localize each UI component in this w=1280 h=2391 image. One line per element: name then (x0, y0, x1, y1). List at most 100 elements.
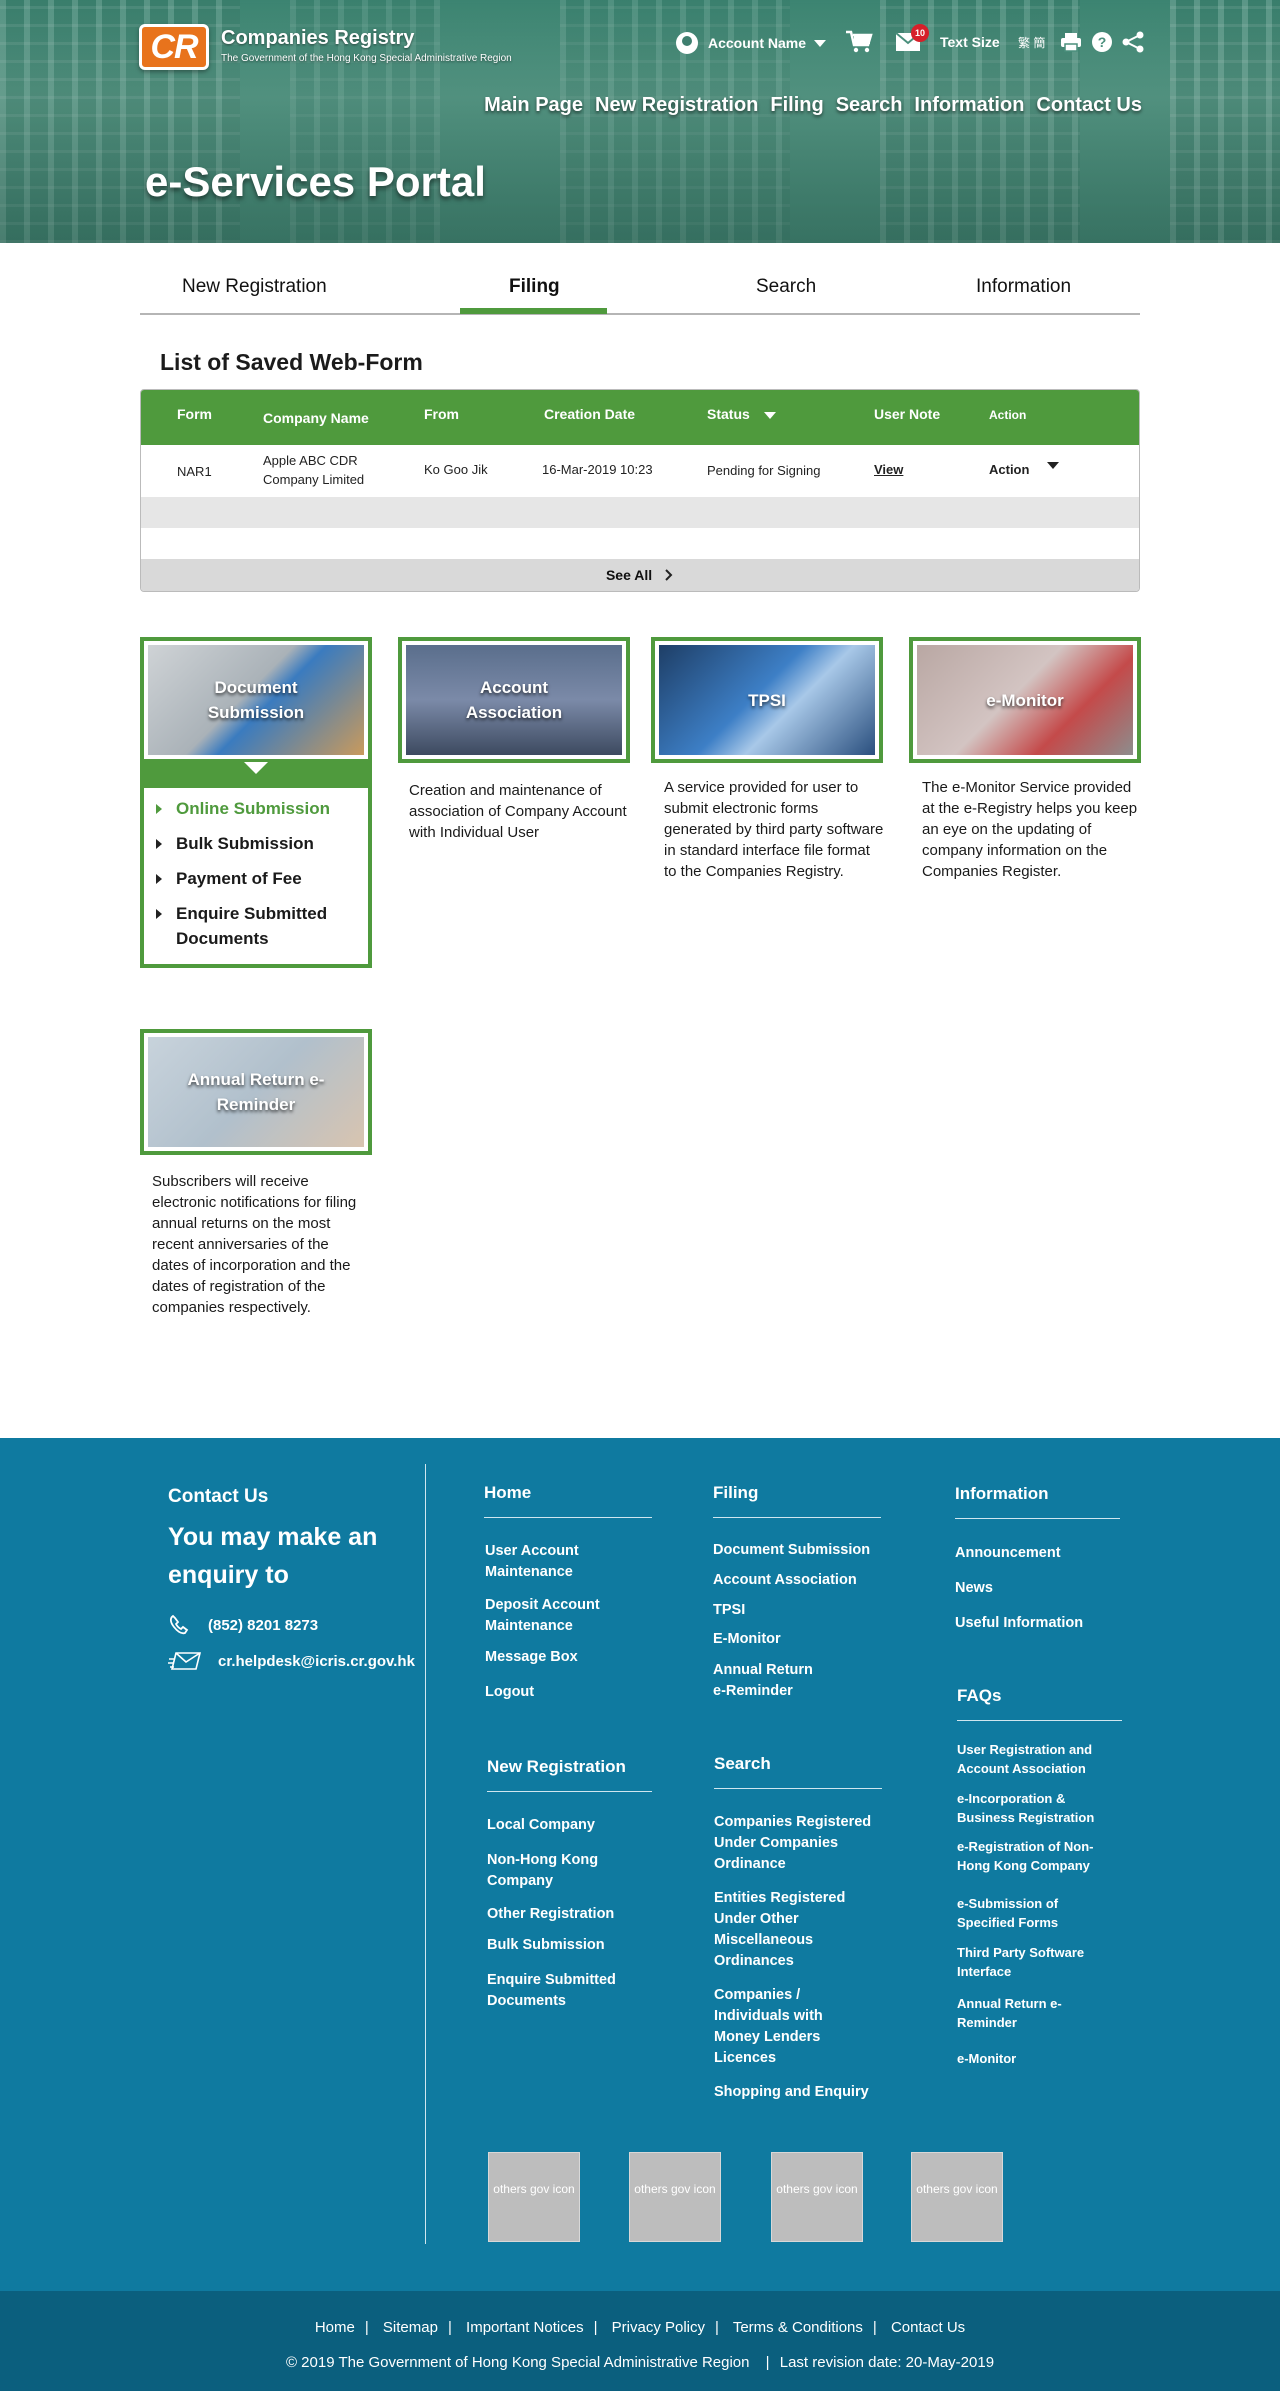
footer-link[interactable]: Third Party Software Interface (957, 1943, 1107, 1981)
footer-link[interactable]: Account Association (713, 1570, 857, 1591)
menu-payment-of-fee[interactable]: Payment of Fee (154, 866, 364, 891)
gov-icon[interactable]: others gov icon (911, 2152, 1003, 2242)
col-status[interactable]: Status (707, 406, 776, 422)
nav-main-page[interactable]: Main Page (484, 94, 583, 117)
tab-filing[interactable]: Filing (509, 276, 560, 298)
footer-link[interactable]: e-Registration of Non-Hong Kong Company (957, 1837, 1117, 1875)
gov-icon[interactable]: others gov icon (629, 2152, 721, 2242)
footer-link[interactable]: Useful Information (955, 1613, 1083, 1634)
footer-link[interactable]: User Account Maintenance (485, 1541, 625, 1583)
bottom-link-home[interactable]: Home (315, 2319, 355, 2336)
phone-icon (169, 1614, 189, 1635)
nav-search[interactable]: Search (836, 94, 903, 117)
account-association-image: Account Association (406, 645, 622, 755)
print-icon[interactable] (1060, 32, 1082, 52)
account-menu[interactable]: Account Name (676, 28, 827, 58)
footer-link[interactable]: Message Box (485, 1647, 578, 1668)
footer-link[interactable]: TPSI (713, 1600, 745, 1621)
footer-phone[interactable]: (852) 8201 8273 (168, 1614, 318, 1636)
footer-link[interactable]: Logout (485, 1682, 534, 1703)
see-all-label: See All (605, 567, 653, 583)
footer-link[interactable]: User Registration and Account Associatio… (957, 1740, 1112, 1778)
footer-link[interactable]: Non-Hong Kong Company (487, 1850, 627, 1892)
footer-link[interactable]: News (955, 1578, 993, 1599)
cell-from: Ko Goo Jik (424, 462, 488, 477)
menu-online-submission[interactable]: Online Submission (154, 796, 364, 821)
tab-search[interactable]: Search (756, 276, 816, 298)
tab-information[interactable]: Information (976, 276, 1071, 298)
view-note-link[interactable]: View (874, 462, 903, 477)
user-avatar-icon (676, 32, 698, 54)
cell-status: Pending for Signing (707, 463, 821, 478)
text-size-control[interactable]: Text Size (940, 34, 1000, 50)
tab-new-registration[interactable]: New Registration (182, 276, 327, 298)
menu-enquire-submitted-documents[interactable]: Enquire Submitted Documents (154, 901, 364, 951)
see-all-button[interactable]: See All (141, 559, 1139, 591)
help-icon[interactable]: ? (1091, 31, 1113, 53)
footer-link[interactable]: Announcement (955, 1543, 1061, 1564)
col-company-name: Company Name (263, 410, 369, 426)
share-icon[interactable] (1121, 30, 1145, 54)
table-row-empty (141, 528, 1139, 559)
footer-link[interactable]: Companies / Individuals with Money Lende… (714, 1985, 864, 2069)
col-from: From (424, 406, 459, 422)
doc-submission-card[interactable]: Document Submission (140, 637, 372, 763)
footer-link[interactable]: Local Company (487, 1815, 595, 1836)
gov-icon[interactable]: others gov icon (771, 2152, 863, 2242)
footer-enquiry-text: You may make an enquiry to (168, 1523, 378, 1589)
bottom-link-terms[interactable]: Terms & Conditions (733, 2319, 863, 2336)
emonitor-card[interactable]: e-Monitor (909, 637, 1141, 763)
annual-return-card[interactable]: Annual Return e-Reminder (140, 1029, 372, 1155)
footer-bottom-bar: Home | Sitemap | Important Notices | Privac… (0, 2291, 1280, 2391)
footer-link[interactable]: Deposit Account Maintenance (485, 1595, 625, 1637)
menu-bulk-submission[interactable]: Bulk Submission (154, 831, 364, 856)
bottom-link-contact-us[interactable]: Contact Us (891, 2319, 965, 2336)
account-association-card[interactable]: Account Association (398, 637, 630, 763)
footer-link[interactable]: Other Registration (487, 1904, 614, 1925)
footer-link[interactable]: e-Monitor (957, 2049, 1016, 2068)
account-association-desc: Creation and maintenance of association … (409, 782, 627, 841)
footer-link[interactable]: e-Incorporation & Business Registration (957, 1789, 1117, 1827)
footer-search-heading[interactable]: Search (714, 1754, 882, 1789)
annual-return-title: Annual Return e-Reminder (187, 1070, 325, 1114)
footer-filing-heading[interactable]: Filing (713, 1483, 881, 1518)
footer-link[interactable]: Entities Registered Under Other Miscella… (714, 1888, 854, 1972)
nav-filing[interactable]: Filing (770, 94, 823, 117)
nav-contact-us[interactable]: Contact Us (1036, 94, 1142, 117)
language-switch[interactable]: 繁 簡 (1018, 34, 1045, 51)
footer-link[interactable]: Document Submission (713, 1540, 870, 1561)
footer-link[interactable]: e-Submission of Specified Forms (957, 1894, 1097, 1932)
footer-link[interactable]: E-Monitor (713, 1629, 781, 1650)
footer-copyright: © 2019 The Government of Hong Kong Speci… (285, 2354, 995, 2371)
bottom-link-sitemap[interactable]: Sitemap (383, 2319, 438, 2336)
action-dropdown[interactable]: Action (989, 462, 1060, 477)
footer-information-heading[interactable]: Information (955, 1484, 1120, 1519)
logo-mark-text: CR (150, 28, 198, 66)
footer-link[interactable]: Enquire Submitted Documents (487, 1970, 627, 2012)
org-subtitle: The Government of the Hong Kong Special … (221, 53, 512, 64)
chevron-right-icon (665, 569, 673, 581)
chevron-down-icon (814, 39, 827, 47)
cr-logo[interactable]: CR (139, 24, 209, 70)
gov-icon[interactable]: others gov icon (488, 2152, 580, 2242)
nav-new-registration[interactable]: New Registration (595, 94, 758, 117)
tpsi-card[interactable]: TPSI (651, 637, 883, 763)
copyright-text: © 2019 The Government of Hong Kong Speci… (285, 2354, 750, 2371)
footer-link[interactable]: Companies Registered Under Companies Ord… (714, 1812, 882, 1875)
footer-link[interactable]: Bulk Submission (487, 1935, 605, 1956)
cart-icon[interactable] (845, 30, 873, 54)
footer-home-heading[interactable]: Home (484, 1483, 652, 1518)
nav-information[interactable]: Information (914, 94, 1024, 117)
bottom-link-important-notices[interactable]: Important Notices (466, 2319, 584, 2336)
footer-email[interactable]: cr.helpdesk@icris.cr.gov.hk (168, 1650, 415, 1672)
footer-link[interactable]: Shopping and Enquiry (714, 2082, 869, 2103)
bottom-link-privacy-policy[interactable]: Privacy Policy (612, 2319, 705, 2336)
col-user-note: User Note (874, 406, 941, 422)
footer-new-registration-heading[interactable]: New Registration (487, 1757, 652, 1792)
col-status-label: Status (707, 406, 750, 422)
footer-link[interactable]: Annual Return e-Reminder (713, 1660, 823, 1702)
footer-link[interactable]: Annual Return e-Reminder (957, 1994, 1067, 2032)
svg-text:?: ? (1098, 34, 1107, 50)
footer-faqs-heading[interactable]: FAQs (957, 1686, 1122, 1721)
doc-submission-menu-bar (144, 762, 368, 788)
